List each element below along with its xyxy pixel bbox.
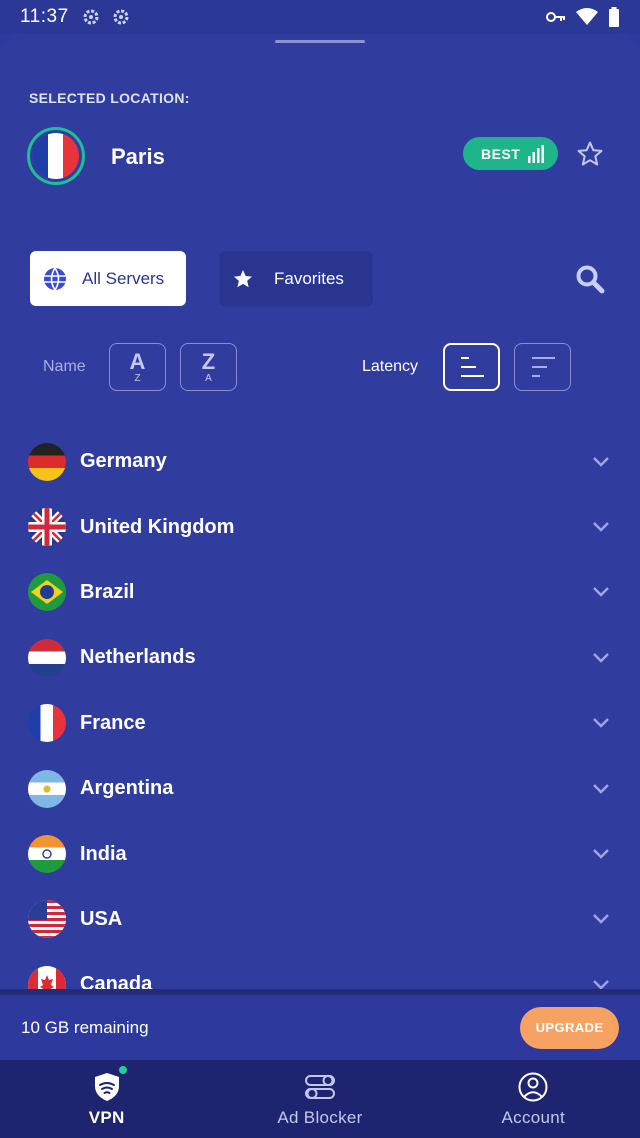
sort-ascending-icon [460, 357, 484, 377]
nav-vpn-label: VPN [88, 1108, 125, 1127]
sort-latency-label: Latency [362, 358, 419, 375]
country-name: Netherlands [80, 646, 196, 669]
sort-latency-desc-button[interactable] [514, 343, 571, 391]
country-row-netherlands[interactable]: Netherlands [0, 625, 640, 690]
country-name: India [80, 842, 127, 865]
star-icon [233, 269, 253, 287]
country-row-france[interactable]: France [0, 691, 640, 756]
sort-latency-asc-button[interactable] [443, 343, 500, 391]
nav-ad-blocker[interactable]: Ad Blocker [213, 1060, 426, 1138]
best-badge-label: BEST [481, 145, 521, 162]
nav-vpn[interactable]: VPN [0, 1060, 213, 1138]
sort-a-z-button[interactable]: A Z [109, 343, 166, 391]
canada-flag-icon [28, 965, 66, 989]
tab-favorites[interactable]: Favorites [219, 251, 373, 306]
chevron-down-icon[interactable] [592, 848, 610, 860]
country-name: Argentina [80, 777, 174, 800]
user-icon [518, 1072, 548, 1102]
india-flag-icon [28, 835, 66, 874]
tab-favorites-label: Favorites [274, 268, 344, 288]
shield-icon [94, 1073, 119, 1101]
country-name: USA [80, 907, 123, 930]
chevron-down-icon[interactable] [592, 913, 610, 925]
gear-icon [83, 9, 99, 25]
country-row-brazil[interactable]: Brazil [0, 560, 640, 625]
country-name: Germany [80, 450, 167, 473]
nav-account[interactable]: Account [427, 1060, 640, 1138]
gear-icon [113, 9, 129, 25]
vpn-connected-dot [117, 1064, 129, 1076]
key-icon [546, 12, 565, 22]
sort-a-z-top: A [129, 348, 146, 374]
drag-handle[interactable] [275, 40, 365, 43]
nav-account-label: Account [501, 1108, 566, 1127]
selected-flag [27, 127, 85, 185]
chevron-down-icon[interactable] [592, 783, 610, 795]
selected-location-label: SELECTED LOCATION: [29, 90, 190, 106]
chevron-down-icon[interactable] [592, 586, 610, 598]
chevron-down-icon[interactable] [592, 456, 610, 468]
france-flag-icon [28, 704, 66, 743]
chevron-down-icon[interactable] [592, 979, 610, 989]
status-time: 11:37 [20, 6, 69, 27]
country-row-united-kingdom[interactable]: United Kingdom [0, 494, 640, 559]
country-row-germany[interactable]: Germany [0, 429, 640, 494]
selected-city: Paris [111, 144, 165, 169]
upgrade-button[interactable]: UPGRADE [520, 1006, 619, 1049]
netherlands-flag-icon [28, 638, 66, 677]
sort-descending-icon [531, 357, 555, 377]
status-bar: 11:37 [0, 0, 640, 34]
wifi-icon [576, 8, 598, 25]
country-list: Germany United Kingdom Brazil Netherland… [0, 429, 640, 989]
country-name: Canada [80, 973, 153, 989]
location-sheet: SELECTED LOCATION: Paris BEST All Server… [0, 34, 640, 989]
country-row-usa[interactable]: USA [0, 887, 640, 952]
argentina-flag-icon [28, 769, 66, 808]
bottom-nav: VPN Ad Blocker Account [0, 1060, 640, 1138]
germany-flag-icon [28, 442, 66, 481]
country-name: Brazil [80, 580, 135, 603]
chevron-down-icon[interactable] [592, 521, 610, 533]
globe-icon [44, 267, 66, 290]
battery-icon [609, 7, 619, 27]
data-remaining-bar: 10 GB remaining UPGRADE [0, 989, 640, 1060]
favorite-star-icon[interactable] [576, 140, 604, 168]
country-name: United Kingdom [80, 515, 235, 538]
best-badge: BEST [463, 137, 558, 170]
sort-z-a-button[interactable]: Z A [180, 343, 237, 391]
country-row-canada[interactable]: Canada [0, 952, 640, 989]
nav-ad-blocker-label: Ad Blocker [277, 1108, 363, 1127]
chevron-down-icon[interactable] [592, 717, 610, 729]
signal-bars-icon [528, 144, 545, 163]
sort-z-a-top: Z [201, 348, 216, 374]
brazil-flag-icon [28, 573, 66, 612]
chevron-down-icon[interactable] [592, 652, 610, 664]
sort-name-label: Name [43, 358, 86, 375]
france-flag-icon [33, 133, 79, 179]
tab-all-servers-label: All Servers [82, 268, 165, 288]
search-icon[interactable] [574, 263, 606, 295]
uk-flag-icon [28, 508, 66, 547]
sort-a-z-bottom: Z [134, 372, 141, 384]
country-row-india[interactable]: India [0, 821, 640, 886]
sort-z-a-bottom: A [205, 372, 212, 384]
toggles-icon [304, 1075, 335, 1099]
country-name: France [80, 711, 146, 734]
data-remaining-text: 10 GB remaining [21, 1017, 149, 1037]
usa-flag-icon [28, 900, 66, 939]
country-row-argentina[interactable]: Argentina [0, 756, 640, 821]
tab-all-servers[interactable]: All Servers [30, 251, 186, 306]
